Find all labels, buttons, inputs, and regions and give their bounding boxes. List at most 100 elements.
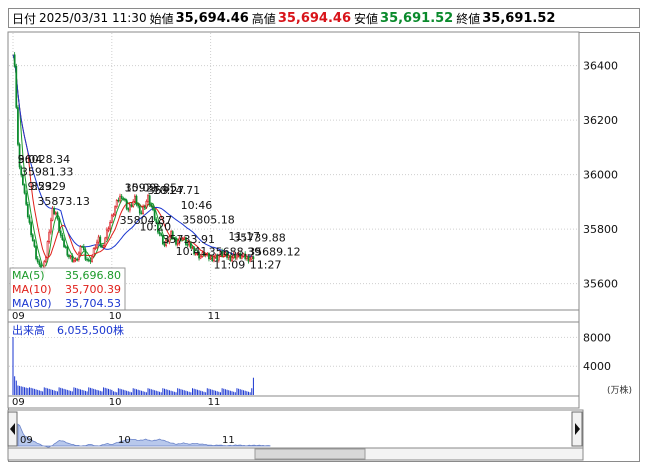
candle-body bbox=[119, 195, 121, 201]
ma5-legend-label: MA(5) bbox=[12, 269, 45, 282]
candle-body bbox=[142, 206, 144, 214]
price-annotation: 35805.18 bbox=[182, 214, 235, 227]
price-annotation: 35689.12 bbox=[248, 245, 301, 258]
candle-body bbox=[58, 218, 60, 232]
price-annotation: 10:20 bbox=[139, 221, 171, 234]
x-tick-label: 09 bbox=[12, 397, 25, 408]
candle-body bbox=[25, 192, 28, 205]
candle-body bbox=[33, 240, 36, 247]
x-tick-label: 10 bbox=[109, 397, 122, 408]
candle-body bbox=[148, 195, 151, 205]
candle-body bbox=[110, 215, 113, 223]
price-annotation: 11:27 bbox=[250, 259, 282, 272]
candle-body bbox=[82, 246, 85, 251]
candle-body bbox=[15, 65, 18, 108]
candle-body bbox=[150, 204, 153, 208]
navigator-panel[interactable] bbox=[7, 409, 584, 449]
candle-body bbox=[64, 246, 67, 248]
candle-body bbox=[76, 259, 79, 261]
candle-body bbox=[54, 212, 57, 215]
candle-body bbox=[31, 234, 34, 241]
candle-body bbox=[86, 259, 88, 261]
candle-body bbox=[63, 239, 65, 247]
ma30-legend-value: 35,704.53 bbox=[65, 297, 121, 310]
intraday-chart: 3640036200360003580035600 9:0436028.3435… bbox=[7, 31, 632, 461]
price-tick-label: 36200 bbox=[583, 114, 618, 127]
volume-time-axis bbox=[7, 395, 580, 409]
candle-body bbox=[115, 199, 118, 208]
candle-body bbox=[105, 229, 108, 239]
candle-body bbox=[56, 212, 59, 219]
candle-body bbox=[45, 257, 47, 262]
candle-body bbox=[117, 199, 120, 202]
price-annotation: 35929 bbox=[31, 180, 66, 193]
candle-body bbox=[102, 245, 105, 248]
ma10-legend-value: 35,700.39 bbox=[65, 283, 121, 296]
candle-body bbox=[122, 198, 125, 200]
navigator-tick-label: 10 bbox=[118, 435, 131, 446]
candle-body bbox=[66, 246, 69, 256]
candle-body bbox=[112, 214, 115, 217]
x-tick-label: 09 bbox=[12, 311, 25, 322]
navigator-tick-label: 09 bbox=[20, 435, 33, 446]
candle-body bbox=[74, 259, 77, 261]
candle-body bbox=[145, 201, 148, 208]
candle-body bbox=[49, 219, 52, 233]
candle-body bbox=[26, 204, 29, 217]
candle-body bbox=[129, 204, 131, 211]
candle-body bbox=[132, 200, 135, 207]
candle-body bbox=[48, 231, 51, 242]
ma5-legend-value: 35,696.80 bbox=[65, 269, 121, 282]
candle-body bbox=[97, 236, 100, 243]
candle-body bbox=[81, 246, 84, 248]
candle-body bbox=[125, 199, 128, 209]
candle-body bbox=[143, 206, 146, 208]
price-annotation: 36028.34 bbox=[18, 153, 71, 166]
candle-body bbox=[101, 244, 103, 248]
candle-body bbox=[89, 259, 92, 262]
price-tick-label: 36000 bbox=[583, 169, 618, 182]
price-tick-label: 36400 bbox=[583, 60, 618, 73]
x-tick-label: 10 bbox=[109, 311, 122, 322]
candle-body bbox=[91, 256, 93, 262]
price-annotation: 10:46 bbox=[181, 199, 213, 212]
candle-body bbox=[79, 246, 82, 254]
candle-body bbox=[69, 255, 72, 258]
candle-body bbox=[46, 241, 49, 258]
candle-body bbox=[13, 54, 16, 67]
price-annotation: 10:41 bbox=[176, 245, 208, 258]
scrollbar-thumb[interactable] bbox=[254, 448, 366, 460]
candle-body bbox=[77, 252, 80, 260]
candle-body bbox=[135, 195, 138, 205]
candle-body bbox=[61, 235, 64, 241]
price-annotation: 35981.33 bbox=[21, 166, 74, 179]
candle-body bbox=[130, 204, 133, 207]
price-annotation: 35914.71 bbox=[148, 184, 201, 197]
candle-body bbox=[127, 208, 130, 211]
candle-body bbox=[59, 230, 62, 236]
candle-body bbox=[109, 222, 112, 230]
volume-y-axis: 8000 4000 bbox=[583, 331, 611, 373]
price-y-axis: 36400 36200 36000 35800 35600 bbox=[583, 60, 618, 291]
ma10-legend-label: MA(10) bbox=[12, 283, 52, 296]
candle-body bbox=[94, 246, 97, 249]
candle-body bbox=[87, 259, 90, 261]
candle-body bbox=[51, 207, 54, 221]
volume-title-value: 6,055,500株 bbox=[57, 323, 124, 337]
ma30-legend-label: MA(30) bbox=[12, 297, 52, 310]
volume-tick-label: 8000 bbox=[583, 331, 611, 344]
price-time-axis bbox=[7, 309, 580, 323]
candle-body bbox=[38, 261, 41, 266]
candle-body bbox=[28, 216, 31, 223]
candle-body bbox=[133, 195, 136, 202]
candle-body bbox=[114, 206, 116, 215]
candle-body bbox=[138, 205, 141, 214]
volume-tick-label: 4000 bbox=[583, 360, 611, 373]
price-tick-label: 35600 bbox=[583, 278, 618, 291]
volume-unit: (万株) bbox=[607, 384, 632, 396]
candle-body bbox=[23, 184, 26, 194]
candle-body bbox=[71, 255, 74, 262]
x-tick-label: 11 bbox=[208, 311, 221, 322]
candle-body bbox=[152, 206, 154, 211]
candle-body bbox=[68, 254, 70, 258]
